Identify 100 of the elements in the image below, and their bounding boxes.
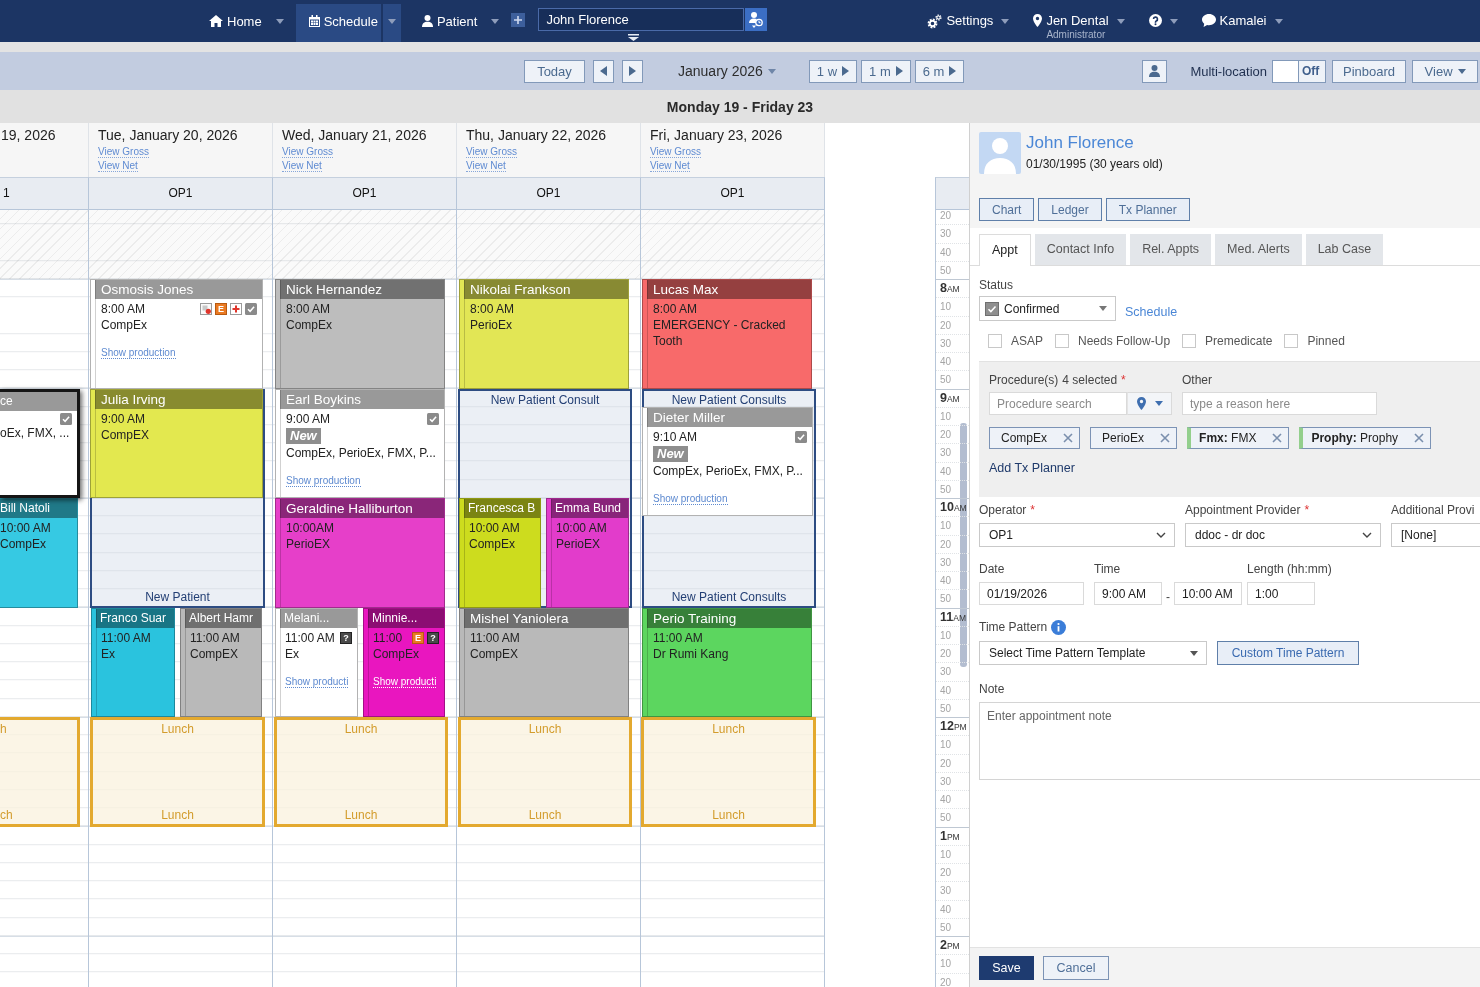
procedure-tag[interactable]: Fmx: FMX (1187, 427, 1290, 449)
caret-icon (491, 18, 500, 24)
note-field[interactable]: Enter appointment note (979, 702, 1480, 780)
location-pin-icon (1033, 14, 1043, 27)
ledger-button[interactable]: Ledger (1038, 198, 1102, 221)
settings-menu[interactable]: Settings (927, 0, 1010, 29)
toolbar-button[interactable]: Pinboard (1332, 59, 1407, 83)
checkbox-label: Premedicate (1205, 334, 1273, 348)
checkbox[interactable] (1284, 334, 1299, 348)
field-label: Other (1182, 373, 1212, 387)
tab[interactable]: Appt (979, 234, 1031, 266)
nav-tab[interactable]: Schedule (295, 4, 381, 42)
add-tx-planner-link[interactable]: Add Tx Planner (989, 461, 1075, 475)
schedule-link[interactable]: Schedule (1125, 304, 1178, 319)
show-production-link[interactable]: Show production (286, 474, 361, 487)
next-button[interactable] (622, 59, 643, 83)
tx-planner-button[interactable]: Tx Planner (1105, 198, 1190, 221)
procedure-tag[interactable]: Prophy: Prophy (1299, 427, 1432, 449)
appointment-card[interactable]: Dieter Miller 9:10 AM New CompEx, PerioEx, FMX, P... Show production (642, 406, 813, 517)
appointment-card[interactable]: Bill Natoli 10:00 AM CompEx (0, 498, 78, 608)
appointment-card[interactable]: Franco Suar 11:00 AM Ex (91, 607, 175, 718)
appointment-card[interactable]: Melani... 11:00 AM ? Ex Show producti (275, 607, 358, 718)
close-icon[interactable] (1063, 433, 1073, 443)
jump-button[interactable]: 1 m (861, 59, 911, 83)
custom-time-pattern-button[interactable]: Custom Time Pattern (1217, 641, 1359, 665)
appointment-card[interactable]: Lucas Max 8:00 AM EMERGENCY - Cracked Tooth (642, 279, 812, 389)
procedure-search-field[interactable]: Procedure search (989, 392, 1127, 415)
close-icon[interactable] (1414, 433, 1425, 443)
appointment-time: 8:00 AM (101, 301, 146, 318)
select-field[interactable]: OP1 (979, 523, 1175, 547)
location-menu[interactable]: Jen Dental Administrator (1033, 0, 1125, 41)
show-production-link[interactable]: Show production (101, 347, 176, 360)
procedure-text: PerioEx (470, 318, 513, 333)
user-clock-button[interactable] (745, 8, 768, 31)
end-time-field[interactable]: 10:00 AM (1174, 582, 1242, 605)
close-icon[interactable] (1272, 433, 1283, 443)
toggle-switch[interactable]: Off (1272, 59, 1326, 83)
appointment-card[interactable]: Osmosis Jones 8:00 AM E CompEx Show production (90, 279, 263, 389)
procedure-tag[interactable]: PerioEx (1090, 427, 1178, 449)
today-button[interactable]: Today (524, 59, 585, 83)
show-production-link[interactable]: Show producti (285, 675, 349, 688)
period-picker[interactable]: January 2026 (678, 63, 776, 79)
time-pattern-select[interactable]: Select Time Pattern Template (979, 641, 1207, 665)
appointment-card[interactable]: Earl Boykins 9:00 AM New CompEx, PerioEx, FMX, P... Show production (275, 388, 445, 499)
checkbox[interactable] (988, 334, 1002, 348)
appointment-card[interactable]: Minnie... 11:00 E ? CompEx Show producti (363, 607, 445, 718)
caret-icon (1457, 68, 1466, 74)
cancel-button[interactable]: Cancel (1043, 955, 1109, 980)
select-field[interactable]: ddoc - dr doc (1185, 523, 1381, 547)
save-button[interactable]: Save (979, 955, 1034, 980)
location-filter-button[interactable] (1127, 392, 1172, 415)
jump-button[interactable]: 1 w (808, 59, 858, 83)
appointment-card[interactable]: Nick Hernandez 8:00 AM CompEx (275, 279, 445, 389)
tab[interactable]: Med. Alerts (1215, 234, 1302, 265)
appointment-card[interactable]: ce oEx, FMX, ... (0, 388, 80, 499)
procedure-text: CompEX (101, 427, 150, 442)
tab[interactable]: Rel. Appts (1130, 234, 1212, 265)
procedure-text: PerioEX (556, 537, 601, 552)
appointment-card[interactable]: Albert Hamr 11:00 AM CompEX (180, 607, 262, 718)
tab[interactable]: Contact Info (1034, 234, 1127, 265)
selected-count: 4 selected (1062, 373, 1118, 387)
day-title: 19, 2026 (1, 127, 56, 144)
procedure-tag[interactable]: CompEx (989, 427, 1080, 449)
previous-button[interactable] (593, 59, 614, 83)
date-field[interactable]: 01/19/2026 (979, 582, 1084, 605)
dropdown-button[interactable] (382, 4, 401, 42)
nav-tab[interactable]: Patient (419, 4, 480, 42)
appointment-card[interactable]: Perio Training 11:00 AM Dr Rumi Kang (642, 607, 812, 718)
procedure-text: EMERGENCY - Cracked Tooth (653, 318, 786, 349)
chart-button[interactable]: Chart (979, 198, 1035, 221)
checkbox[interactable] (1182, 334, 1197, 348)
jump-button[interactable]: 6 m (914, 59, 965, 83)
appointment-card[interactable]: Mishel Yaniolera 11:00 AM CompEX (459, 607, 629, 718)
select-field[interactable]: [None] (1391, 523, 1480, 547)
show-production-link[interactable]: Show production (653, 492, 728, 505)
procedure-text: CompEx (101, 318, 147, 333)
show-production-link[interactable]: Show producti (373, 675, 437, 688)
patient-search-field[interactable]: John Florence (538, 8, 745, 31)
nav-tab[interactable]: Home (207, 4, 264, 42)
checkbox[interactable] (1055, 334, 1069, 348)
length-field[interactable]: 1:00 (1247, 582, 1315, 605)
reason-field[interactable]: type a reason here (1182, 392, 1377, 415)
appointment-card[interactable]: Geraldine Halliburton 10:00AM PerioEX (275, 498, 445, 608)
tab[interactable]: Lab Case (1305, 234, 1384, 265)
appointment-card[interactable]: Julia Irving 9:00 AM CompEX (90, 388, 263, 499)
status-select[interactable]: Confirmed (979, 296, 1116, 321)
account-menu[interactable]: Kamalei (1201, 0, 1283, 29)
appointment-card[interactable]: Emma Bund 10:00 AM PerioEX (546, 498, 629, 608)
provider-button[interactable] (1142, 59, 1168, 83)
add-button[interactable] (511, 12, 526, 27)
patient-name: Lucas Max (647, 280, 811, 300)
collapse-handle-icon[interactable] (628, 34, 639, 41)
start-time-field[interactable]: 9:00 AM (1094, 582, 1162, 605)
gears-icon (927, 14, 943, 29)
time-separator: - (1166, 589, 1170, 604)
menu-button[interactable]: View (1412, 59, 1479, 83)
appointment-card[interactable]: Nikolai Frankson 8:00 AM PerioEx (459, 279, 629, 389)
close-icon[interactable] (1160, 433, 1171, 443)
appointment-card[interactable]: Francesca B 10:00 AM CompEx (459, 498, 541, 608)
checkbox-label: Pinned (1307, 334, 1345, 348)
